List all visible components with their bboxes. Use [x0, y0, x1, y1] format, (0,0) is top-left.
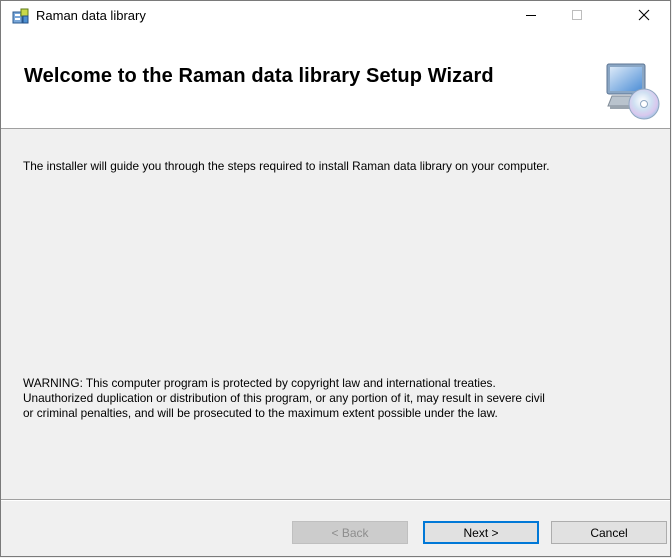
computer-disc-icon: [604, 62, 662, 124]
footer-divider: [1, 499, 670, 501]
intro-text: The installer will guide you through the…: [23, 159, 550, 173]
wizard-banner: Welcome to the Raman data library Setup …: [1, 32, 670, 129]
close-button[interactable]: [618, 1, 670, 32]
warning-line: or criminal penalties, and will be prose…: [23, 406, 498, 420]
next-button[interactable]: Next >: [423, 521, 539, 544]
maximize-icon: [571, 8, 583, 26]
back-button[interactable]: < Back: [292, 521, 408, 544]
cancel-button[interactable]: Cancel: [551, 521, 667, 544]
minimize-button[interactable]: [508, 1, 554, 32]
title-bar[interactable]: Raman data library: [1, 1, 670, 32]
close-icon: [638, 8, 650, 26]
banner-title: Welcome to the Raman data library Setup …: [24, 65, 494, 87]
setup-wizard-window: Raman data library Welcome to the Raman …: [0, 0, 671, 557]
copyright-warning: WARNING: This computer program is protec…: [23, 376, 663, 421]
minimize-icon: [525, 8, 537, 26]
warning-line: WARNING: This computer program is protec…: [23, 376, 496, 390]
installer-package-icon: [12, 7, 30, 25]
maximize-button[interactable]: [554, 1, 600, 32]
warning-line: Unauthorized duplication or distribution…: [23, 391, 545, 405]
window-title: Raman data library: [36, 8, 146, 23]
